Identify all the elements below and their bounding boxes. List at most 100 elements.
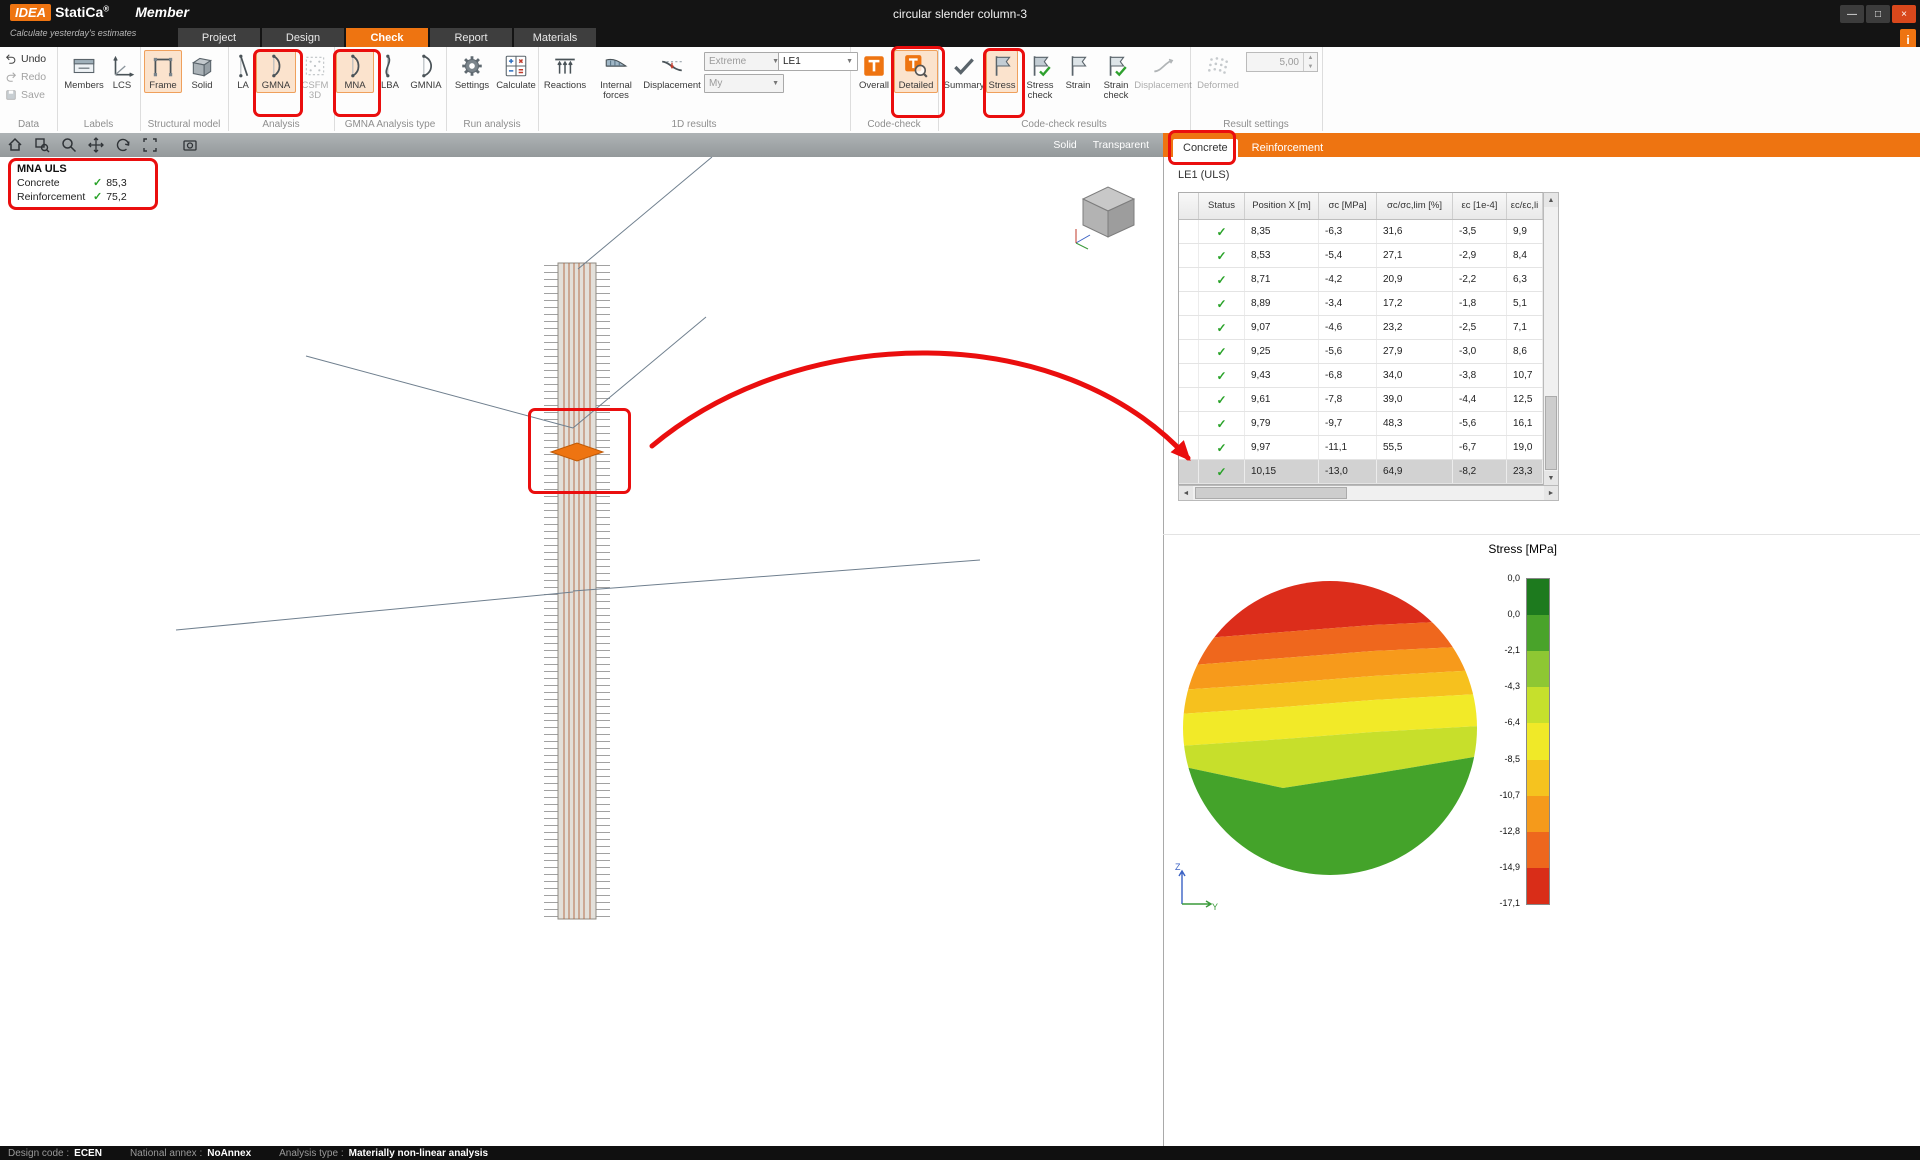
navigation-cube[interactable] bbox=[1076, 187, 1134, 249]
summary-button[interactable]: Summary bbox=[940, 50, 988, 93]
strain-check-button[interactable]: Strain check bbox=[1094, 50, 1138, 104]
deformed-scale-spinner[interactable]: 5,00 ▲ ▼ bbox=[1246, 52, 1318, 72]
tab-report[interactable]: Report bbox=[430, 28, 512, 47]
tab-project[interactable]: Project bbox=[178, 28, 260, 47]
minimize-button[interactable]: — bbox=[1840, 5, 1864, 23]
vscroll-thumb[interactable] bbox=[1545, 396, 1557, 470]
column-header[interactable]: εc/εc,li bbox=[1507, 193, 1543, 219]
legend-label: -4,3 bbox=[1470, 681, 1520, 691]
table-row[interactable]: ✓8,53-5,427,1-2,98,4 bbox=[1179, 244, 1544, 268]
scroll-left-icon[interactable]: ◄ bbox=[1179, 486, 1193, 500]
vertical-scrollbar[interactable]: ▲ ▼ bbox=[1543, 192, 1559, 486]
deformed-icon bbox=[1205, 53, 1231, 79]
column-header[interactable]: σc [MPa] bbox=[1319, 193, 1377, 219]
zoom-window-icon bbox=[34, 137, 50, 153]
table-row[interactable]: ✓9,97-11,155,5-6,719,0 bbox=[1179, 436, 1544, 460]
stress-check-flag-icon bbox=[1027, 53, 1053, 79]
tab-design[interactable]: Design bbox=[262, 28, 344, 47]
settings-button[interactable]: Settings bbox=[450, 50, 494, 93]
hscroll-thumb[interactable] bbox=[1195, 487, 1347, 499]
vscroll-track[interactable] bbox=[1544, 207, 1558, 471]
lba-button[interactable]: LBA bbox=[374, 50, 406, 93]
spinner-arrows[interactable]: ▲ ▼ bbox=[1303, 53, 1317, 71]
column-header[interactable]: Status bbox=[1199, 193, 1245, 219]
column-header[interactable]: Position X [m] bbox=[1245, 193, 1319, 219]
frame-button[interactable]: Frame bbox=[144, 50, 182, 93]
strain-button[interactable]: Strain bbox=[1062, 50, 1094, 93]
reactions-button[interactable]: Reactions bbox=[540, 50, 590, 93]
scroll-down-icon[interactable]: ▼ bbox=[1544, 471, 1558, 485]
hscroll-track[interactable] bbox=[1193, 486, 1544, 500]
close-button[interactable]: × bbox=[1892, 5, 1916, 23]
my-dropdown[interactable]: My ▼ bbox=[704, 74, 784, 93]
stress-button[interactable]: Stress bbox=[986, 50, 1018, 93]
calculate-button[interactable]: Calculate bbox=[494, 50, 538, 93]
table-cell: 8,53 bbox=[1245, 244, 1319, 267]
members-button[interactable]: Members bbox=[61, 50, 107, 93]
displacement-1d-button[interactable]: Displacement bbox=[642, 50, 702, 93]
tab-check[interactable]: Check bbox=[346, 28, 428, 47]
pan-button[interactable] bbox=[84, 134, 108, 156]
snapshot-button[interactable] bbox=[178, 134, 202, 156]
table-row[interactable]: ✓9,61-7,839,0-4,412,5 bbox=[1179, 388, 1544, 412]
load-case-dropdown[interactable]: LE1 ▼ bbox=[778, 52, 858, 71]
group-label-result-settings: Result settings bbox=[1190, 119, 1322, 130]
solid-mode-toggle[interactable]: Solid bbox=[1053, 139, 1076, 151]
table-row[interactable]: ✓9,25-5,627,9-3,08,6 bbox=[1179, 340, 1544, 364]
solid-button[interactable]: Solid bbox=[184, 50, 220, 93]
overall-check-button[interactable]: Overall bbox=[854, 50, 894, 93]
table-row[interactable]: ✓9,43-6,834,0-3,810,7 bbox=[1179, 364, 1544, 388]
mna-label: MNA bbox=[344, 81, 365, 91]
table-cell: 20,9 bbox=[1377, 268, 1453, 291]
internal-forces-button[interactable]: Internal forces bbox=[590, 50, 642, 104]
tab-reinforcement[interactable]: Reinforcement bbox=[1242, 139, 1334, 157]
column-header[interactable]: εc [1e-4] bbox=[1453, 193, 1507, 219]
extreme-dropdown[interactable]: Extreme ▼ bbox=[704, 52, 784, 71]
zoom-window-button[interactable] bbox=[30, 134, 54, 156]
redo-button[interactable]: Redo bbox=[5, 71, 46, 83]
plot-axes: Z Y bbox=[1172, 860, 1218, 912]
table-row[interactable]: ✓8,71-4,220,9-2,26,3 bbox=[1179, 268, 1544, 292]
zoom-fit-button[interactable] bbox=[138, 134, 162, 156]
orbit-button[interactable] bbox=[111, 134, 135, 156]
scroll-right-icon[interactable]: ► bbox=[1544, 486, 1558, 500]
status-design-code: Design code : ECEN bbox=[8, 1148, 102, 1159]
csfm-3d-button[interactable]: CSFM 3D bbox=[296, 50, 334, 104]
reactions-label: Reactions bbox=[544, 81, 586, 91]
table-row[interactable]: ✓8,35-6,331,6-3,59,9 bbox=[1179, 220, 1544, 244]
table-row[interactable]: ✓9,07-4,623,2-2,57,1 bbox=[1179, 316, 1544, 340]
mna-button[interactable]: MNA bbox=[336, 50, 374, 93]
csfm-3d-icon bbox=[302, 53, 328, 79]
column-header[interactable] bbox=[1179, 193, 1199, 219]
displacement-result-button[interactable]: Displacement bbox=[1136, 50, 1190, 93]
detailed-check-button[interactable]: Detailed bbox=[894, 50, 938, 93]
home-view-button[interactable] bbox=[3, 134, 27, 156]
table-cell: 10,7 bbox=[1507, 364, 1543, 387]
overlay-label: Concrete bbox=[17, 177, 93, 189]
deformed-button[interactable]: Deformed bbox=[1192, 50, 1244, 93]
scroll-up-icon[interactable]: ▲ bbox=[1544, 193, 1558, 207]
gmna-button[interactable]: GMNA bbox=[256, 50, 296, 93]
panel-splitter[interactable] bbox=[1163, 534, 1920, 535]
tab-materials[interactable]: Materials bbox=[514, 28, 596, 47]
solid-label: Solid bbox=[191, 81, 212, 91]
column-header[interactable]: σc/σc,lim [%] bbox=[1377, 193, 1453, 219]
undo-button[interactable]: Undo bbox=[5, 53, 46, 65]
transparent-mode-toggle[interactable]: Transparent bbox=[1093, 139, 1149, 151]
table-row[interactable]: ✓8,89-3,417,2-1,85,1 bbox=[1179, 292, 1544, 316]
la-button[interactable]: LA bbox=[230, 50, 256, 93]
maximize-button[interactable]: □ bbox=[1866, 5, 1890, 23]
lcs-button[interactable]: LCS bbox=[107, 50, 137, 93]
zoom-button[interactable] bbox=[57, 134, 81, 156]
stress-check-button[interactable]: Stress check bbox=[1018, 50, 1062, 104]
spinner-down-icon[interactable]: ▼ bbox=[1304, 62, 1317, 71]
tab-concrete[interactable]: Concrete bbox=[1173, 139, 1238, 157]
horizontal-scrollbar[interactable]: ◄ ► bbox=[1178, 485, 1559, 501]
scene-3d[interactable] bbox=[0, 157, 1163, 1146]
table-row[interactable]: ✓10,15-13,064,9-8,223,3 bbox=[1179, 460, 1544, 484]
spinner-up-icon[interactable]: ▲ bbox=[1304, 53, 1317, 62]
table-row[interactable]: ✓9,79-9,748,3-5,616,1 bbox=[1179, 412, 1544, 436]
save-button[interactable]: Save bbox=[5, 89, 45, 101]
gmnia-button[interactable]: GMNIA bbox=[406, 50, 446, 93]
ribbon-group-data: Undo Redo Save Data bbox=[0, 47, 58, 131]
